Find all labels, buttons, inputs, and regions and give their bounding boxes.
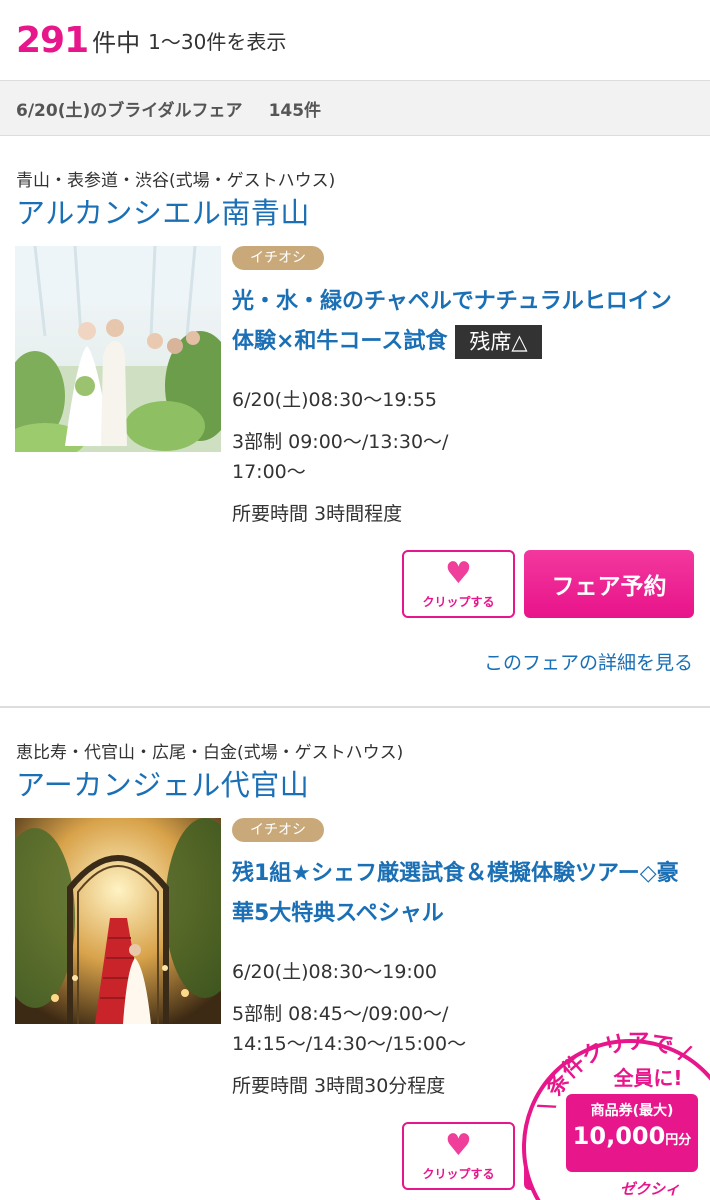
result-total-unit: 件中	[92, 28, 141, 57]
date-section-count: 145件	[268, 100, 322, 121]
fair-photo[interactable]	[15, 818, 221, 1024]
heart-icon: ♥	[445, 1127, 472, 1163]
seat-status-badge: 残席△	[455, 325, 542, 359]
recommend-badge: イチオシ	[232, 818, 324, 842]
clip-button[interactable]: ♥ クリップする	[402, 550, 515, 618]
fair-duration: 所要時間 3時間30分程度	[232, 1075, 446, 1097]
venue-area: 青山・表参道・渋谷(式場・ゲストハウス)	[16, 171, 336, 191]
result-total: 291	[16, 19, 89, 61]
fair-schedule-line-1: 5部制 08:45〜/09:00〜/	[232, 1003, 449, 1025]
fair-detail-link[interactable]: このフェアの詳細を見る	[484, 648, 693, 675]
fair-card: 青山・表参道・渋谷(式場・ゲストハウス) アルカンシエル南青山 イチオシ 光・水…	[0, 136, 710, 708]
promo-line1: 全員に!	[613, 1066, 683, 1090]
heart-icon: ♥	[445, 555, 472, 591]
fair-title-text: 光・水・緑のチャペルでナチュラルヒロイン体験×和牛コース試食	[232, 289, 672, 354]
fair-duration: 所要時間 3時間程度	[232, 503, 403, 525]
fair-title-link[interactable]: 残1組★シェフ厳選試食＆模擬体験ツアー◇豪華5大特典スペシャル	[232, 854, 692, 934]
venue-name-link[interactable]: アーカンジェル代官山	[16, 762, 309, 804]
fair-datetime: 6/20(土)08:30〜19:00	[232, 961, 438, 983]
fair-schedule-line-1: 3部制 09:00〜/13:30〜/	[232, 431, 449, 453]
clip-button-label: クリップする	[422, 1166, 495, 1181]
result-range: 1〜30件を表示	[148, 29, 287, 54]
promo-amount: 10,000	[572, 1122, 666, 1150]
venue-area: 恵比寿・代官山・広尾・白金(式場・ゲストハウス)	[16, 743, 404, 763]
venue-name-link[interactable]: アルカンシエル南青山	[16, 190, 310, 232]
fair-title-link[interactable]: 光・水・緑のチャペルでナチュラルヒロイン体験×和牛コース試食 残席△	[232, 282, 692, 362]
recommend-badge: イチオシ	[232, 246, 324, 270]
fair-reserve-button[interactable]: フェア予約	[524, 550, 694, 618]
clip-button[interactable]: ♥ クリップする	[402, 1122, 515, 1190]
fair-datetime: 6/20(土)08:30〜19:55	[232, 389, 438, 411]
date-section-label: 6/20(土)のブライダルフェア	[16, 100, 243, 121]
promo-amount-unit: 円分	[665, 1133, 692, 1148]
promo-amount-row: 10,000円分	[566, 1122, 698, 1150]
fair-photo[interactable]	[15, 246, 221, 452]
promo-banner[interactable]: \ 条件クリアで / 全員に! 商品券(最大) 10,000円分 ゼクシィ	[520, 1012, 710, 1200]
date-section-header: 6/20(土)のブライダルフェア 145件	[0, 80, 710, 136]
promo-box: 商品券(最大) 10,000円分	[566, 1094, 698, 1172]
fair-schedule-line-2: 14:15〜/14:30〜/15:00〜	[232, 1033, 467, 1055]
promo-line2: 商品券(最大)	[590, 1103, 674, 1119]
result-count-bar: 291 件中 1〜30件を表示	[0, 0, 710, 80]
fair-schedule-line-2: 17:00〜	[232, 461, 306, 483]
promo-brand: ゼクシィ	[619, 1180, 680, 1198]
clip-button-label: クリップする	[422, 594, 495, 609]
